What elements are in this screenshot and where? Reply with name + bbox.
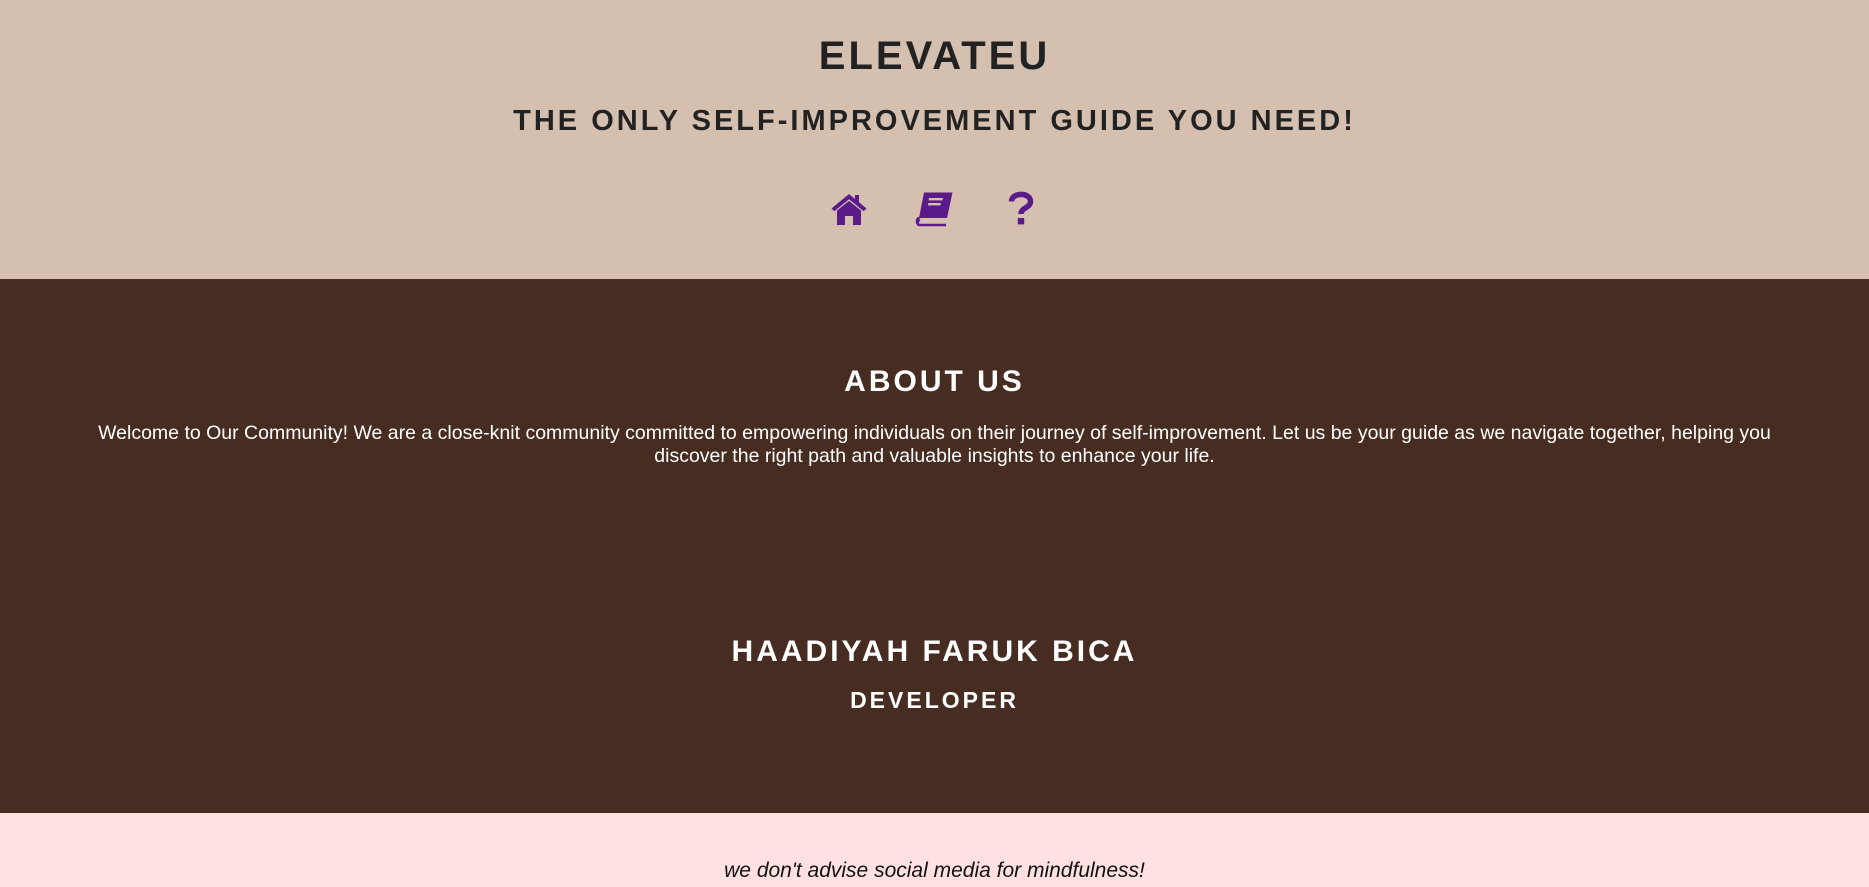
nav-home-link[interactable] (829, 189, 869, 229)
site-footer: we don't advise social media for mindful… (0, 813, 1869, 887)
about-text: Welcome to Our Community! We are a close… (98, 422, 1771, 467)
nav-help-link[interactable] (1001, 189, 1041, 229)
team-member-role: DEVELOPER (850, 687, 1019, 713)
nav-book-link[interactable] (915, 189, 955, 229)
team-member-name: HAADIYAH FARUK BICA (731, 635, 1138, 668)
question-icon (1008, 191, 1033, 225)
main-nav (0, 189, 1869, 229)
home-icon (831, 194, 866, 225)
book-icon (915, 192, 952, 227)
site-title: ELEVATEU (818, 34, 1051, 78)
site-header: ELEVATEU THE ONLY SELF-IMPROVEMENT GUIDE… (0, 0, 1869, 279)
tagline: THE ONLY SELF-IMPROVEMENT GUIDE YOU NEED… (513, 105, 1356, 137)
about-heading: ABOUT US (844, 365, 1025, 398)
footer-note: we don't advise social media for mindful… (724, 859, 1145, 882)
about-section: ABOUT US Welcome to Our Community! We ar… (0, 279, 1869, 813)
